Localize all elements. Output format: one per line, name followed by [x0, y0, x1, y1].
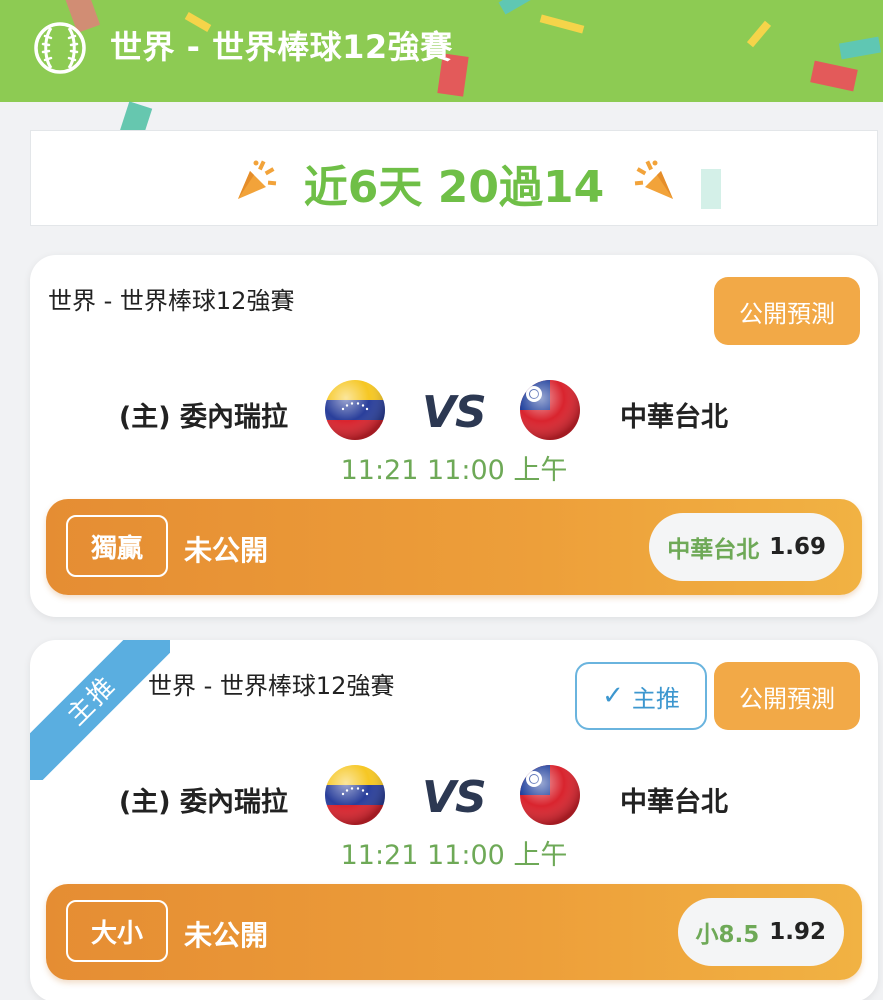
home-team: (主) 委內瑞拉: [118, 402, 288, 433]
record-banner: 近6天 20過14: [30, 130, 878, 226]
home-team: (主) 委內瑞拉: [118, 787, 288, 818]
match-card[interactable]: 主推 世界 - 世界棒球12強賽 ✓ 主推 公開預測 (主) 委內瑞拉 VS 中…: [30, 640, 878, 1000]
confetti-decoration: [498, 0, 532, 15]
venezuela-flag-icon: [325, 380, 385, 440]
taiwan-flag-icon: [520, 380, 580, 440]
match-time: 11:21 11:00 上午: [340, 455, 568, 486]
away-team: 中華台北: [620, 402, 728, 433]
vs-label: VS: [422, 387, 487, 438]
record-stats: 近6天 20過14: [303, 162, 605, 213]
bet-bar[interactable]: 獨贏 未公開 中華台北 1.69: [46, 499, 862, 595]
confetti-decoration: [838, 36, 882, 60]
featured-pick-button[interactable]: ✓ 主推: [575, 662, 707, 730]
featured-pick-label: 主推: [631, 684, 680, 713]
bet-status: 未公開: [184, 534, 269, 567]
party-popper-icon: [634, 160, 673, 199]
league-name: 世界 - 世界棒球12強賽: [148, 672, 395, 700]
confetti-decoration: [539, 14, 585, 34]
bet-type-badge: 獨贏: [66, 515, 168, 577]
header-title: 世界 - 世界棒球12強賽: [110, 28, 453, 66]
bet-status: 未公開: [184, 919, 269, 952]
pick-label: 小8.5: [695, 922, 760, 948]
featured-ribbon-label: 主推: [30, 640, 170, 780]
pick-label: 中華台北: [667, 537, 760, 563]
confetti-decoration: [701, 169, 721, 209]
league-name: 世界 - 世界棒球12強賽: [48, 287, 295, 315]
odds-value: 1.92: [769, 919, 826, 945]
venezuela-flag-icon: [325, 765, 385, 825]
odds-value: 1.69: [769, 534, 826, 560]
match-card[interactable]: 世界 - 世界棒球12強賽 公開預測 (主) 委內瑞拉 VS 中華台北 11:2…: [30, 255, 878, 617]
away-team: 中華台北: [620, 787, 728, 818]
check-icon: ✓: [602, 681, 624, 711]
header-bar: 世界 - 世界棒球12強賽: [0, 0, 883, 102]
confetti-decoration: [746, 20, 772, 48]
match-time: 11:21 11:00 上午: [340, 840, 568, 871]
bet-bar[interactable]: 大小 未公開 小8.5 1.92: [46, 884, 862, 980]
odds-pill[interactable]: 中華台北 1.69: [649, 513, 844, 581]
bet-type-badge: 大小: [66, 900, 168, 962]
featured-ribbon: 主推: [30, 640, 170, 780]
taiwan-flag-icon: [520, 765, 580, 825]
confetti-decoration: [810, 60, 858, 92]
public-prediction-button[interactable]: 公開預測: [714, 277, 860, 345]
odds-pill[interactable]: 小8.5 1.92: [677, 898, 844, 966]
baseball-icon: [34, 22, 86, 74]
public-prediction-button[interactable]: 公開預測: [714, 662, 860, 730]
vs-label: VS: [422, 772, 487, 823]
